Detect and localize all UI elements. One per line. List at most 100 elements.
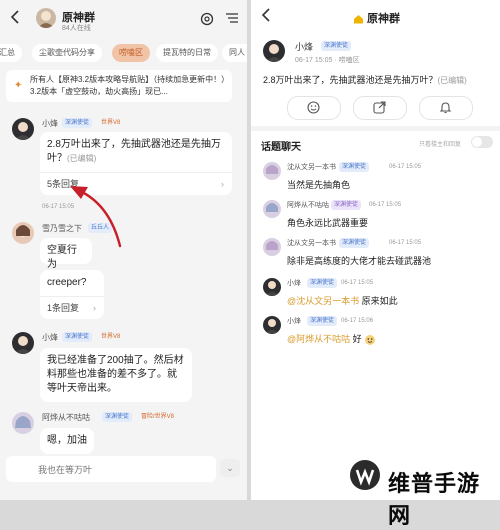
comment-text: 角色永远比武器重要	[287, 218, 369, 228]
message-time: 06-17 15:05	[42, 204, 75, 210]
message-input[interactable]	[6, 456, 220, 484]
tab-code-share[interactable]: 尘歌壶代码分享	[32, 44, 102, 62]
home-icon	[353, 14, 364, 24]
sticker-emoji-icon	[364, 334, 376, 346]
message-bubble[interactable]: 空夏行为	[40, 238, 92, 270]
chat-panel: 原神群 84人在线 汇总 尘歌壶代码分享 唠嗑区 提瓦特的日常 同人 ✦ 所有人…	[0, 0, 247, 500]
avatar[interactable]	[12, 118, 34, 140]
message-item: 小烽 深渊使徒 世界V8 2.8万叶出来了，先抽武器池还是先抽万叶？(已编辑) …	[0, 112, 247, 212]
comment-text: 当然是先抽角色	[287, 180, 351, 190]
avatar[interactable]	[263, 162, 281, 180]
world-badge: 世界V8	[101, 334, 121, 340]
commenter-badge: 深渊使徒	[339, 238, 370, 248]
comment-item: 沈从文另一本书 深渊使徒 06-17 15:05 除非是高练度的大佬才能去碰武器…	[251, 236, 500, 272]
sender-name[interactable]: 雪乃雪之下	[42, 223, 82, 234]
message-input-bar	[6, 456, 220, 484]
pinned-notice[interactable]: ✦ 所有人【原神3.2版本攻略导航贴】（持续加急更新中！）3.2版本「虚空鼓动，…	[6, 70, 232, 102]
level-badge: 深渊使徒	[62, 118, 93, 128]
world-badge: 冒险/世界V8	[141, 414, 175, 420]
share-button[interactable]	[353, 96, 407, 120]
message-bubble[interactable]: 2.8万叶出来了，先抽武器池还是先抽万叶？(已编辑) 5条回复 ›	[40, 132, 232, 195]
comment-time: 06-17 15:05	[341, 280, 374, 286]
tab-fanworks[interactable]: 同人	[222, 44, 247, 62]
filter-label: 只看楼主和回复	[419, 142, 462, 148]
commenter-name[interactable]: 沈从文另一本书	[287, 162, 336, 172]
message-bubble[interactable]: 我已经准备了200抽了。然后材料那些也准备的差不多了。就等叶天帝出来。	[40, 348, 192, 402]
message-bubble[interactable]: 嗯，加油	[40, 428, 94, 454]
topic-heading: 话题聊天	[261, 142, 301, 153]
notice-text: 所有人【原神3.2版本攻略导航贴】（持续加急更新中！）3.2版本「虚空鼓动，劫火…	[30, 75, 226, 96]
commenter-name[interactable]: 小烽	[287, 316, 301, 326]
avatar[interactable]	[263, 238, 281, 256]
detail-title: 原神群	[353, 10, 400, 26]
avatar[interactable]	[263, 278, 281, 296]
sender-name[interactable]: 阿烨从不咕咕	[42, 412, 90, 423]
avatar[interactable]	[12, 412, 34, 434]
avatar[interactable]	[263, 200, 281, 218]
comment-time: 06-17 15:06	[341, 318, 374, 324]
watermark-text: 维普手游网	[388, 471, 481, 528]
message-item: 阿烨从不咕咕 深渊使徒 冒险/世界V8 嗯，加油	[0, 408, 247, 456]
replies-count: 1条回复	[47, 303, 80, 313]
commenter-name[interactable]: 小烽	[287, 278, 301, 288]
comment-time: 06-17 15:05	[389, 164, 422, 170]
avatar[interactable]	[263, 316, 281, 334]
emoji-reaction-button[interactable]	[287, 96, 341, 120]
poster-name[interactable]: 小烽	[295, 40, 313, 53]
chevron-down-icon[interactable]: ⌄	[220, 459, 240, 477]
watermark-logo	[348, 458, 382, 492]
post-text: 2.8万叶出来了，先抽武器池还是先抽万叶？(已编辑)	[263, 73, 493, 86]
sender-name[interactable]: 小烽	[42, 118, 58, 129]
group-avatar[interactable]	[36, 8, 56, 28]
replies-count: 5条回复	[47, 179, 80, 189]
mention-icon[interactable]	[200, 12, 214, 26]
only-poster-toggle[interactable]	[471, 136, 493, 148]
detail-header: 原神群	[251, 0, 500, 34]
sender-name[interactable]: 小烽	[42, 332, 58, 343]
level-badge: 丘丘人	[88, 223, 113, 233]
comment-text: @沈从文另一本书 原来如此	[287, 294, 398, 307]
tab-summary[interactable]: 汇总	[0, 44, 22, 62]
message-text: 我已经准备了200抽了。然后材料那些也准备的差不多了。就等叶天帝出来。	[47, 355, 184, 394]
message-text: 嗯，加油	[47, 435, 87, 446]
commenter-badge: 深渊使徒	[307, 316, 338, 326]
detail-title-text: 原神群	[367, 13, 400, 25]
avatar[interactable]	[12, 222, 34, 244]
back-arrow-icon[interactable]	[261, 8, 271, 22]
comment-item: 沈从文另一本书 深渊使徒 06-17 15:05 当然是先抽角色	[251, 160, 500, 196]
edited-label: (已编辑)	[437, 76, 467, 85]
divider	[251, 126, 500, 131]
commenter-badge: 深渊使徒	[339, 162, 370, 172]
post-text-content: 2.8万叶出来了，先抽武器池还是先抽万叶？	[263, 75, 438, 85]
menu-icon[interactable]	[226, 13, 238, 23]
message-text: creeper?	[47, 277, 87, 288]
avatar[interactable]	[263, 40, 285, 62]
comment-item: 小烽 深渊使徒 06-17 15:06 @阿烨从不咕咕 好	[251, 314, 500, 350]
pin-icon: ✦	[14, 80, 23, 91]
notify-button[interactable]	[419, 96, 473, 120]
mention-link[interactable]: @沈从文另一本书	[287, 296, 359, 306]
edited-label: (已编辑)	[67, 154, 97, 163]
back-arrow-icon[interactable]	[10, 10, 20, 24]
commenter-badge: 深渊使徒	[307, 278, 338, 288]
replies-link[interactable]: 1条回复 ›	[40, 296, 104, 319]
avatar[interactable]	[12, 332, 34, 354]
channel-tabs: 汇总 尘歌壶代码分享 唠嗑区 提瓦特的日常 同人	[0, 44, 247, 64]
comment-time: 06-17 15:05	[389, 240, 422, 246]
tab-daily[interactable]: 提瓦特的日常	[156, 44, 218, 62]
comment-item: 小烽 深渊使徒 06-17 15:05 @沈从文另一本书 原来如此	[251, 276, 500, 312]
replies-link[interactable]: 5条回复 ›	[40, 172, 232, 195]
poster-badge: 深渊使徒	[321, 41, 352, 51]
message-bubble[interactable]: creeper? 1条回复 ›	[40, 270, 104, 319]
commenter-name[interactable]: 阿烨从不咕咕	[287, 200, 329, 210]
comment-body: 好	[352, 334, 362, 344]
comment-text: @阿烨从不咕咕 好	[287, 332, 376, 346]
mention-link[interactable]: @阿烨从不咕咕	[287, 334, 350, 344]
toggle-knob	[472, 137, 482, 147]
chevron-right-icon: ›	[93, 303, 96, 313]
world-badge: 世界V8	[101, 120, 121, 126]
tab-chat-area[interactable]: 唠嗑区	[112, 44, 150, 62]
message-item: 雪乃雪之下 丘丘人 空夏行为 creeper? 1条回复 ›	[0, 218, 247, 328]
chevron-right-icon: ›	[221, 179, 224, 189]
commenter-name[interactable]: 沈从文另一本书	[287, 238, 336, 248]
